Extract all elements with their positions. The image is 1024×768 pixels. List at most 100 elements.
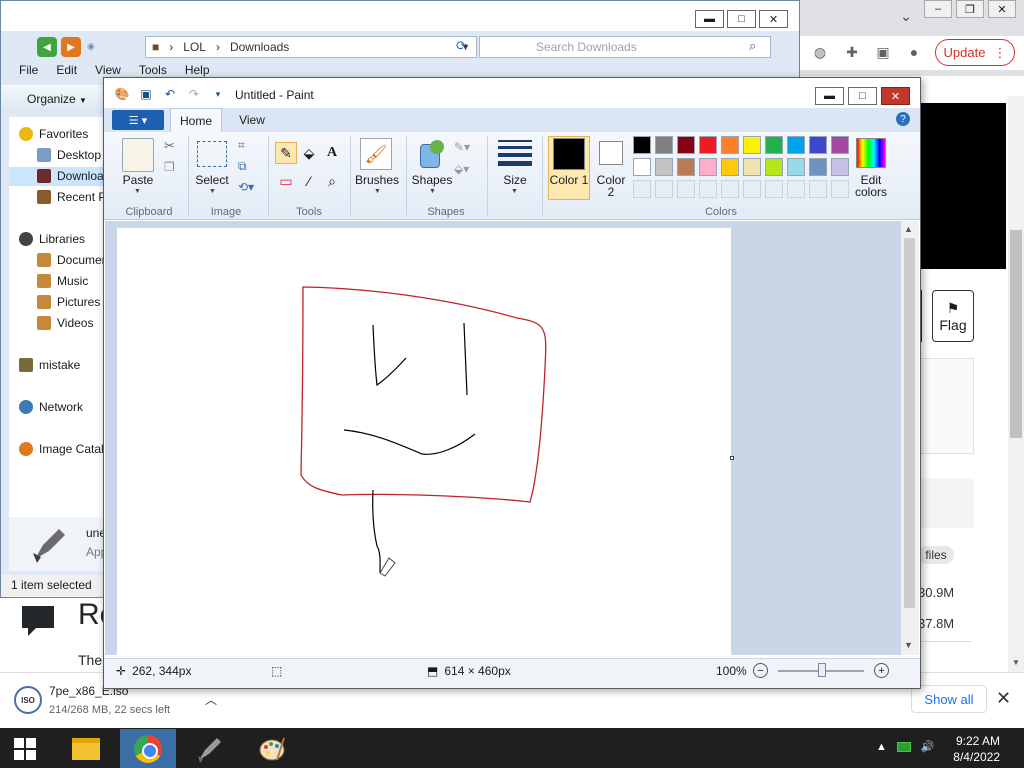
select-label[interactable]: Select xyxy=(190,173,234,187)
extensions-puzzle-icon[interactable]: ✚ xyxy=(842,42,862,62)
scroll-down-arrow-icon[interactable]: ▼ xyxy=(1010,656,1022,668)
browser-restore-button[interactable]: ❐ xyxy=(956,0,984,18)
palette-swatch-11[interactable] xyxy=(655,158,673,176)
download-options-chevron-icon[interactable]: ︿ xyxy=(205,691,217,708)
taskbar-file-explorer[interactable] xyxy=(58,729,114,768)
side-panel-icon[interactable]: ▣ xyxy=(873,42,893,62)
zoom-out-button[interactable]: − xyxy=(753,663,768,678)
explorer-minimize-button[interactable]: ▬ xyxy=(695,10,724,28)
palette-swatch-19[interactable] xyxy=(831,158,849,176)
nav-item-libraries[interactable]: Libraries xyxy=(19,232,85,246)
close-download-shelf-icon[interactable]: ✕ xyxy=(996,688,1011,709)
palette-swatch-3[interactable] xyxy=(699,136,717,154)
size-label[interactable]: Size xyxy=(494,173,536,187)
address-bar[interactable]: ■ › LOL › Downloads ▼ xyxy=(145,36,477,58)
paste-dropdown-icon[interactable]: ▼ xyxy=(134,188,141,195)
fill-bucket-icon[interactable]: ⬙ xyxy=(298,142,320,164)
start-windows-icon[interactable] xyxy=(14,738,36,760)
nav-item-favorites[interactable]: Favorites xyxy=(19,127,88,141)
palette-custom-swatch[interactable] xyxy=(721,180,739,198)
explorer-close-button[interactable]: ✕ xyxy=(759,10,788,28)
help-icon[interactable]: ? xyxy=(896,112,910,126)
address-crumb-lol[interactable]: LOL xyxy=(183,40,206,54)
tab-search-chevron-icon[interactable]: ⌄ xyxy=(896,6,916,26)
shapes-dropdown-icon[interactable]: ▼ xyxy=(429,188,436,195)
palette-swatch-15[interactable] xyxy=(743,158,761,176)
nav-item-network[interactable]: Network xyxy=(19,400,83,414)
copy-icon[interactable]: ❐ xyxy=(164,160,175,174)
organize-button[interactable]: Organize xyxy=(27,92,76,106)
canvas-resize-handle[interactable] xyxy=(730,456,734,460)
palette-swatch-9[interactable] xyxy=(831,136,849,154)
palette-swatch-0[interactable] xyxy=(633,136,651,154)
resize-icon[interactable]: ⧉ xyxy=(238,159,247,174)
cut-icon[interactable]: ✂ xyxy=(164,138,175,154)
crop-icon[interactable]: ⌗ xyxy=(238,138,245,153)
shapes-icon[interactable] xyxy=(416,138,446,170)
browser-minimize-button[interactable]: – xyxy=(924,0,952,18)
files-tab[interactable]: files xyxy=(918,546,954,564)
browser-close-button[interactable]: ✕ xyxy=(988,0,1016,18)
taskbar-paint[interactable] xyxy=(244,729,300,768)
magnifier-icon[interactable]: ⌕ xyxy=(321,170,343,192)
nav-item-music[interactable]: Music xyxy=(37,274,88,288)
volume-icon[interactable]: 🔊 xyxy=(921,740,935,753)
palette-custom-swatch[interactable] xyxy=(633,180,651,198)
nav-item-desktop[interactable]: Desktop xyxy=(37,148,101,162)
palette-swatch-18[interactable] xyxy=(809,158,827,176)
palette-swatch-13[interactable] xyxy=(699,158,717,176)
nav-item-pictures[interactable]: Pictures xyxy=(37,295,100,309)
brushes-label[interactable]: Brushes xyxy=(352,173,402,187)
menu-edit[interactable]: Edit xyxy=(56,63,77,83)
eraser-icon[interactable]: ▭ xyxy=(275,170,297,192)
palette-swatch-6[interactable] xyxy=(765,136,783,154)
size-dropdown-icon[interactable]: ▼ xyxy=(511,188,518,195)
size-lines-icon[interactable] xyxy=(498,140,532,166)
scroll-down-arrow-icon[interactable]: ▼ xyxy=(904,640,913,650)
color1-label[interactable]: Color 1 xyxy=(549,174,589,186)
menu-file[interactable]: File xyxy=(19,63,38,83)
taskbar-rocket-app[interactable] xyxy=(182,729,238,768)
palette-swatch-16[interactable] xyxy=(765,158,783,176)
palette-custom-swatch[interactable] xyxy=(655,180,673,198)
show-hidden-icons-icon[interactable]: ▲ xyxy=(876,741,887,753)
palette-custom-swatch[interactable] xyxy=(765,180,783,198)
redo-icon[interactable]: ↷ xyxy=(186,86,202,102)
taskbar-chrome[interactable] xyxy=(120,729,176,768)
palette-custom-swatch[interactable] xyxy=(787,180,805,198)
flag-button[interactable]: ⚑ Flag xyxy=(932,290,974,342)
palette-custom-swatch[interactable] xyxy=(699,180,717,198)
brushes-dropdown-icon[interactable]: ▼ xyxy=(374,188,381,195)
back-arrow-icon[interactable]: ◀ xyxy=(37,37,57,57)
color-picker-icon[interactable]: ⁄ xyxy=(298,170,320,192)
organize-dropdown-icon[interactable]: ▼ xyxy=(79,96,87,105)
text-tool-icon[interactable]: A xyxy=(321,142,343,164)
tab-home[interactable]: Home xyxy=(170,108,222,132)
palette-custom-swatch[interactable] xyxy=(831,180,849,198)
recent-locations-icon[interactable]: ◉ xyxy=(87,41,95,52)
fill-icon[interactable]: ⬙▾ xyxy=(454,162,469,176)
paint-app-icon[interactable]: 🎨 xyxy=(114,86,130,102)
paint-file-menu-button[interactable]: ☰ ▾ xyxy=(112,110,164,130)
profile-avatar-icon[interactable]: ● xyxy=(904,42,924,62)
edit-colors-label[interactable]: Edit colors xyxy=(848,174,894,198)
palette-swatch-10[interactable] xyxy=(633,158,651,176)
customize-qat-icon[interactable]: ▾ xyxy=(210,86,226,102)
zoom-slider-thumb[interactable] xyxy=(818,663,826,677)
paint-close-button[interactable]: ✕ xyxy=(881,87,910,105)
update-button[interactable]: Update ⋮ xyxy=(935,39,1015,66)
zoom-in-button[interactable]: + xyxy=(874,663,889,678)
palette-swatch-4[interactable] xyxy=(721,136,739,154)
palette-swatch-17[interactable] xyxy=(787,158,805,176)
palette-custom-swatch[interactable] xyxy=(677,180,695,198)
palette-swatch-8[interactable] xyxy=(809,136,827,154)
search-input[interactable]: Search Downloads xyxy=(479,36,771,58)
pencil-tool-icon[interactable]: ✎ xyxy=(275,142,297,164)
palette-swatch-1[interactable] xyxy=(655,136,673,154)
tab-view[interactable]: View xyxy=(226,108,278,132)
rotate-icon[interactable]: ⟲▾ xyxy=(238,180,254,194)
explorer-maximize-button[interactable]: □ xyxy=(727,10,756,28)
more-menu-icon[interactable]: ⋮ xyxy=(993,45,1006,61)
paint-maximize-button[interactable]: □ xyxy=(848,87,877,105)
page-scrollbar-thumb[interactable] xyxy=(1010,230,1022,438)
